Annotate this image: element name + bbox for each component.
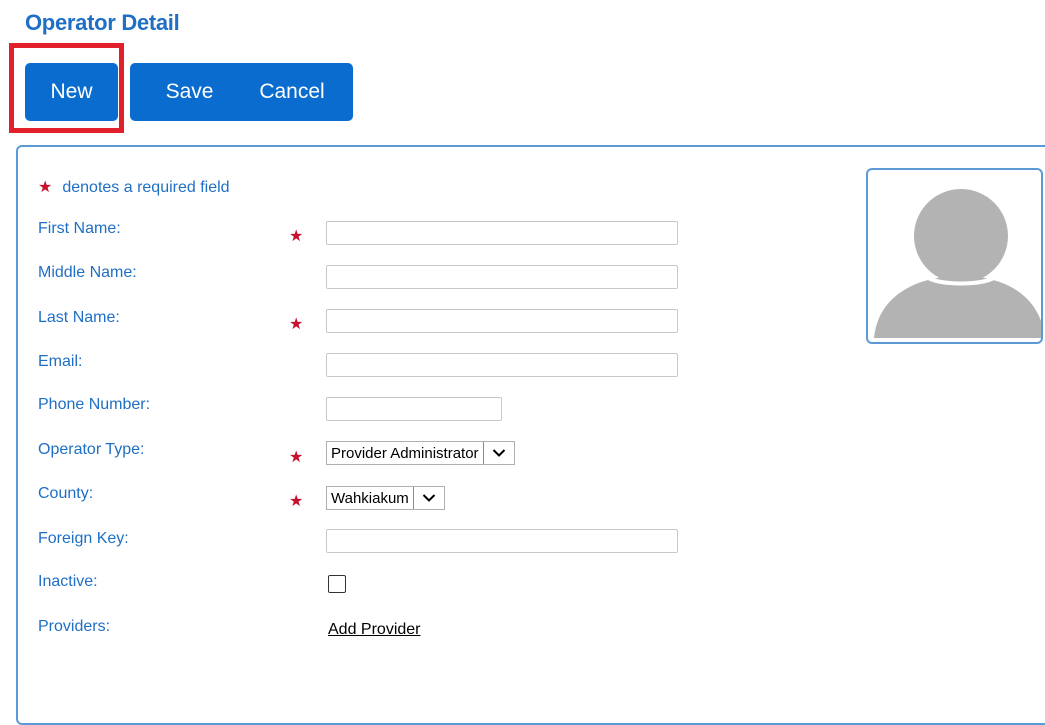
- first-name-required-star-icon: ★: [289, 228, 304, 245]
- required-note-text: denotes a required field: [62, 179, 230, 196]
- phone-number-label: Phone Number:: [38, 396, 151, 413]
- foreign-key-input[interactable]: [326, 529, 678, 553]
- email-input[interactable]: [326, 353, 678, 377]
- inactive-checkbox[interactable]: [328, 575, 346, 593]
- middle-name-input[interactable]: [326, 265, 678, 289]
- last-name-label: Last Name:: [38, 309, 120, 326]
- star-icon: ★: [38, 179, 53, 196]
- user-silhouette-icon: [874, 189, 1041, 338]
- county-select[interactable]: Wahkiakum: [326, 486, 445, 510]
- last-name-required-star-icon: ★: [289, 316, 304, 333]
- page-title: Operator Detail: [25, 10, 180, 35]
- foreign-key-label: Foreign Key:: [38, 530, 129, 547]
- cancel-button[interactable]: Cancel: [231, 63, 353, 121]
- operator-type-label: Operator Type:: [38, 441, 145, 458]
- required-field-note: ★ denotes a required field: [38, 179, 230, 197]
- new-button[interactable]: New: [25, 63, 118, 121]
- add-provider-link[interactable]: Add Provider: [328, 621, 421, 639]
- avatar: [866, 168, 1043, 344]
- chevron-down-icon[interactable]: [412, 487, 444, 509]
- email-label: Email:: [38, 353, 83, 370]
- providers-label: Providers:: [38, 618, 111, 635]
- last-name-input[interactable]: [326, 309, 678, 333]
- county-label: County:: [38, 485, 94, 502]
- operator-type-required-star-icon: ★: [289, 449, 304, 466]
- first-name-label: First Name:: [38, 220, 121, 237]
- county-required-star-icon: ★: [289, 493, 304, 510]
- chevron-down-icon[interactable]: [482, 442, 514, 464]
- operator-type-value: Provider Administrator: [331, 444, 479, 462]
- middle-name-label: Middle Name:: [38, 264, 137, 281]
- operator-type-select[interactable]: Provider Administrator: [326, 441, 515, 465]
- inactive-label: Inactive:: [38, 573, 98, 590]
- county-value: Wahkiakum: [331, 489, 409, 507]
- phone-number-input[interactable]: [326, 397, 502, 421]
- first-name-input[interactable]: [326, 221, 678, 245]
